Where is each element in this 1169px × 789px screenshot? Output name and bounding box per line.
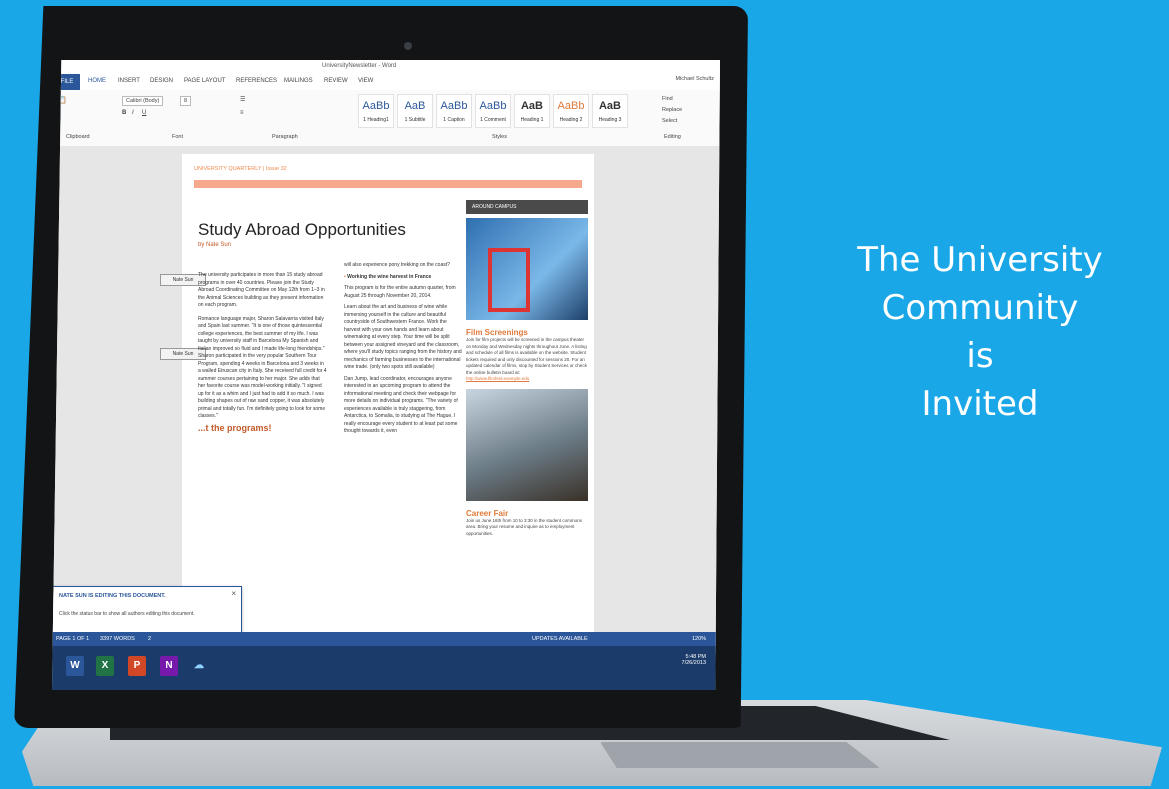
taskbar-clock[interactable]: 5:48 PM 7/26/2013 <box>682 654 706 666</box>
styles-gallery: AaBb 1 Heading1 AaB 1 Subtitle AaBb 1 Capti… <box>358 94 628 128</box>
clock-date: 7/26/2013 <box>681 660 706 666</box>
font-name-select[interactable]: Calibri (Body) <box>122 96 164 106</box>
paragraph: Dan Jump, lead coordinator, encourages a… <box>344 375 458 435</box>
paragraph: will also experience pony trekking on th… <box>344 262 450 268</box>
tab-review[interactable]: REVIEW <box>324 78 348 84</box>
style-swatch[interactable]: AaB Heading 3 <box>592 94 628 128</box>
replace-button[interactable]: Replace <box>662 107 682 113</box>
paragraph: Romance language major, Sharon Salavarri… <box>198 315 327 420</box>
sidebar-header: AROUND CAMPUS <box>466 200 588 214</box>
notification-body: Click the status bar to show all authors… <box>59 611 195 617</box>
tab-home[interactable]: HOME <box>88 78 106 84</box>
laptop: UniversityNewsletter - Word FILE HOME IN… <box>0 0 1169 789</box>
article-byline: by Nate Sun <box>198 242 232 248</box>
window-title: UniversityNewsletter - Word <box>322 63 397 69</box>
article-title: Study Abroad Opportunities <box>198 220 406 239</box>
laptop-screen: UniversityNewsletter - Word FILE HOME IN… <box>52 60 720 690</box>
students-image <box>466 388 588 501</box>
laptop-touchpad <box>600 742 880 768</box>
style-swatch[interactable]: AaB Heading 1 <box>514 94 550 128</box>
subheading: ...t the programs! <box>198 422 272 433</box>
career-title: Career Fair <box>466 508 509 518</box>
tab-design[interactable]: DESIGN <box>150 78 173 84</box>
header-bar <box>194 180 582 188</box>
powerpoint-app-icon[interactable]: P <box>128 656 146 676</box>
paragraph: The university participates in more than… <box>198 272 325 308</box>
tab-view[interactable]: VIEW <box>358 78 373 84</box>
onedrive-app-icon[interactable]: ☁ <box>190 656 208 676</box>
group-editing: Editing <box>664 134 681 140</box>
document-area: UNIVERSITY QUARTERLY | Issue 32 Study Ab… <box>52 146 720 654</box>
page-count[interactable]: PAGE 1 OF 1 <box>56 636 89 642</box>
group-paragraph: Paragraph <box>272 134 298 140</box>
group-clipboard: Clipboard <box>66 134 90 140</box>
find-button[interactable]: Find <box>662 96 673 102</box>
group-font: Font <box>172 134 184 140</box>
updates-available[interactable]: UPDATES AVAILABLE <box>532 636 588 642</box>
bullet-text: Working the wine harvest in France <box>347 273 432 280</box>
running-head: UNIVERSITY QUARTERLY | Issue 32 <box>194 166 287 172</box>
film-link[interactable]: http://www.filmfest.example.edu <box>466 376 588 383</box>
excel-app-icon[interactable]: X <box>96 656 114 676</box>
italic-icon[interactable]: I <box>132 110 134 116</box>
status-bar: PAGE 1 OF 1 3397 WORDS 2 UPDATES AVAILAB… <box>52 632 720 646</box>
group-styles: Styles <box>492 134 507 140</box>
career-text: Join us June 16th from 10 to 3:30 in the… <box>466 517 582 536</box>
style-swatch[interactable]: AaBb 1 Heading1 <box>358 94 394 128</box>
notification-title: NATE SUN IS EDITING THIS DOCUMENT. <box>59 593 166 599</box>
style-swatch[interactable]: AaB 1 Subtitle <box>397 94 433 128</box>
column-1: The university participates in more than… <box>198 272 328 572</box>
close-icon[interactable]: × <box>231 589 236 598</box>
taskbar: W X P N ☁ 5:48 PM 7/26/2013 <box>52 646 720 690</box>
bullets-icon[interactable]: ☰ <box>240 96 245 103</box>
ribbon: 📋 Calibri (Body) 8 B I U ☰ ≡ AaBb 1 Headi… <box>52 90 720 147</box>
word-count[interactable]: 3397 WORDS <box>100 636 135 642</box>
onenote-app-icon[interactable]: N <box>160 656 178 676</box>
select-button[interactable]: Select <box>662 118 677 124</box>
word-app-icon[interactable]: W <box>66 656 84 676</box>
zoom-level[interactable]: 120% <box>692 636 706 642</box>
authors-count[interactable]: 2 <box>148 636 151 642</box>
sidebar: AROUND CAMPUS Film Screenings Join for f… <box>466 200 588 537</box>
paragraph: Learn about the art and business of wine… <box>344 304 462 370</box>
title-bar: UniversityNewsletter - Word <box>52 60 720 74</box>
style-swatch[interactable]: AaBb 1 Comment <box>475 94 511 128</box>
coauthoring-notification[interactable]: NATE SUN IS EDITING THIS DOCUMENT. Click… <box>52 586 242 634</box>
tab-mailings[interactable]: MAILINGS <box>284 78 313 84</box>
campus-building-image <box>466 218 588 320</box>
column-2: will also experience pony trekking on th… <box>344 262 464 592</box>
document-page[interactable]: UNIVERSITY QUARTERLY | Issue 32 Study Ab… <box>160 154 594 634</box>
tab-page-layout[interactable]: PAGE LAYOUT <box>184 78 225 84</box>
style-swatch[interactable]: AaBb 1 Caption <box>436 94 472 128</box>
align-icon[interactable]: ≡ <box>240 110 244 116</box>
webcam-icon <box>404 42 412 50</box>
film-title: Film Screenings <box>466 328 528 337</box>
film-text: Join for film projects will be screened … <box>466 337 587 375</box>
paragraph: This program is for the entire autumn qu… <box>344 285 456 299</box>
tab-insert[interactable]: INSERT <box>118 78 140 84</box>
tab-references[interactable]: REFERENCES <box>236 78 277 84</box>
account-name[interactable]: Michael Schultz <box>675 76 714 82</box>
ribbon-tabs: FILE HOME INSERT DESIGN PAGE LAYOUT REFE… <box>52 74 720 91</box>
style-swatch[interactable]: AaBb Heading 2 <box>553 94 589 128</box>
bold-icon[interactable]: B <box>122 110 126 116</box>
font-size-select[interactable]: 8 <box>180 96 192 106</box>
underline-icon[interactable]: U <box>142 110 146 116</box>
